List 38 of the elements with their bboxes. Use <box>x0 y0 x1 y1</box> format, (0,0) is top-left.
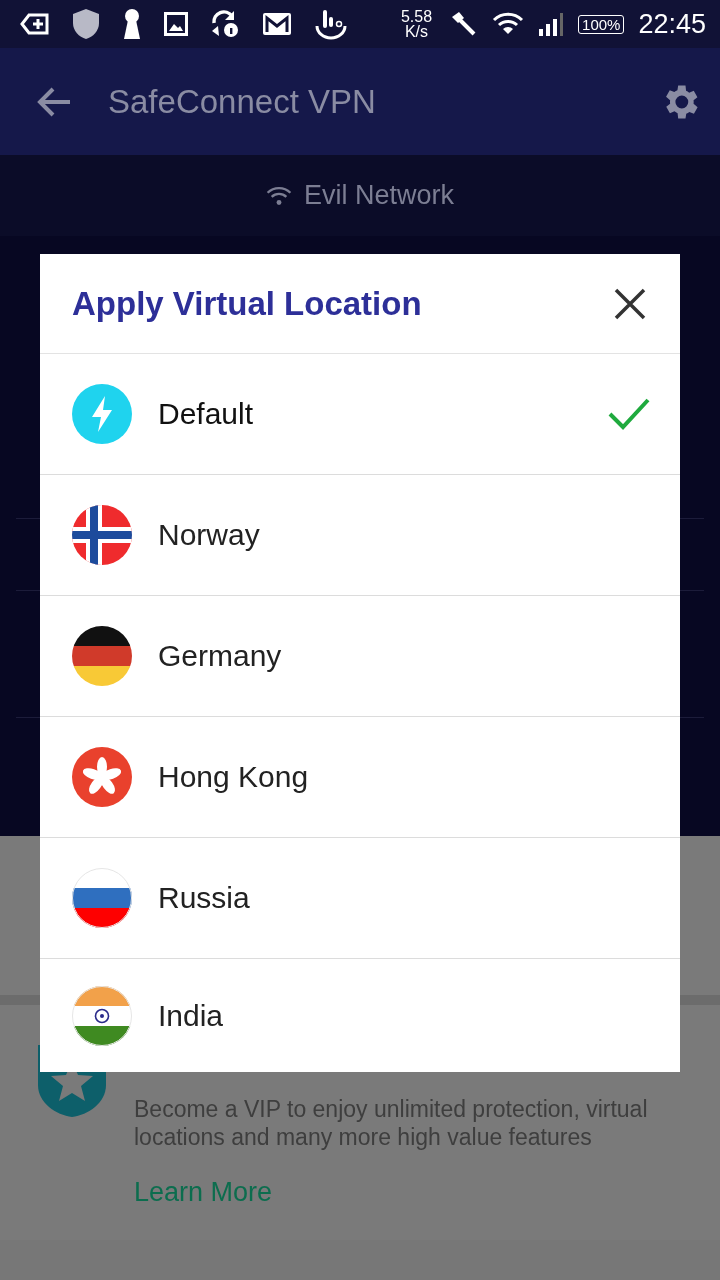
lightning-icon <box>72 384 132 444</box>
flag-icon <box>72 626 132 686</box>
flag-icon <box>72 868 132 928</box>
image-icon <box>164 12 188 36</box>
location-name: Norway <box>158 518 261 552</box>
dialog-title: Apply Virtual Location <box>72 284 423 323</box>
flag-icon <box>72 985 132 1046</box>
location-name: Default <box>158 397 255 431</box>
location-name: Hong Kong <box>158 760 310 794</box>
keyhole-icon <box>122 8 142 40</box>
wifi-icon <box>492 11 525 37</box>
flag-icon <box>72 747 132 807</box>
location-item[interactable]: India <box>40 959 680 1072</box>
sync-icon <box>210 9 240 39</box>
clock: 22:45 <box>638 8 706 40</box>
location-name: India <box>158 998 225 1033</box>
location-item[interactable]: Hong Kong <box>40 717 680 838</box>
app-title: SafeConnect VPN <box>108 82 377 121</box>
network-speed: 5.58 <box>400 9 433 24</box>
promo-description: Become a VIP to enjoy unlimited protection, virtual locations and many more high value features <box>134 1095 649 1151</box>
location-name: Germany <box>158 639 283 673</box>
location-item[interactable]: Default <box>40 354 680 475</box>
wifi-icon <box>266 184 292 207</box>
flag-icon <box>72 505 132 565</box>
checkmark-icon <box>608 397 650 431</box>
location-name: Russia <box>158 881 251 915</box>
signal-icon <box>538 12 565 36</box>
location-item[interactable]: Germany <box>40 596 680 717</box>
speed-unit: K/s <box>404 24 429 39</box>
back-icon[interactable] <box>36 85 72 118</box>
location-item[interactable]: Norway <box>40 475 680 596</box>
location-item[interactable]: Russia <box>40 838 680 959</box>
notification-icon <box>20 13 50 35</box>
battery-level: 100% <box>578 14 625 34</box>
mail-icon <box>262 12 292 36</box>
shield-icon <box>72 8 100 40</box>
network-name: Evil Network <box>304 180 454 211</box>
touch-icon <box>314 8 348 40</box>
